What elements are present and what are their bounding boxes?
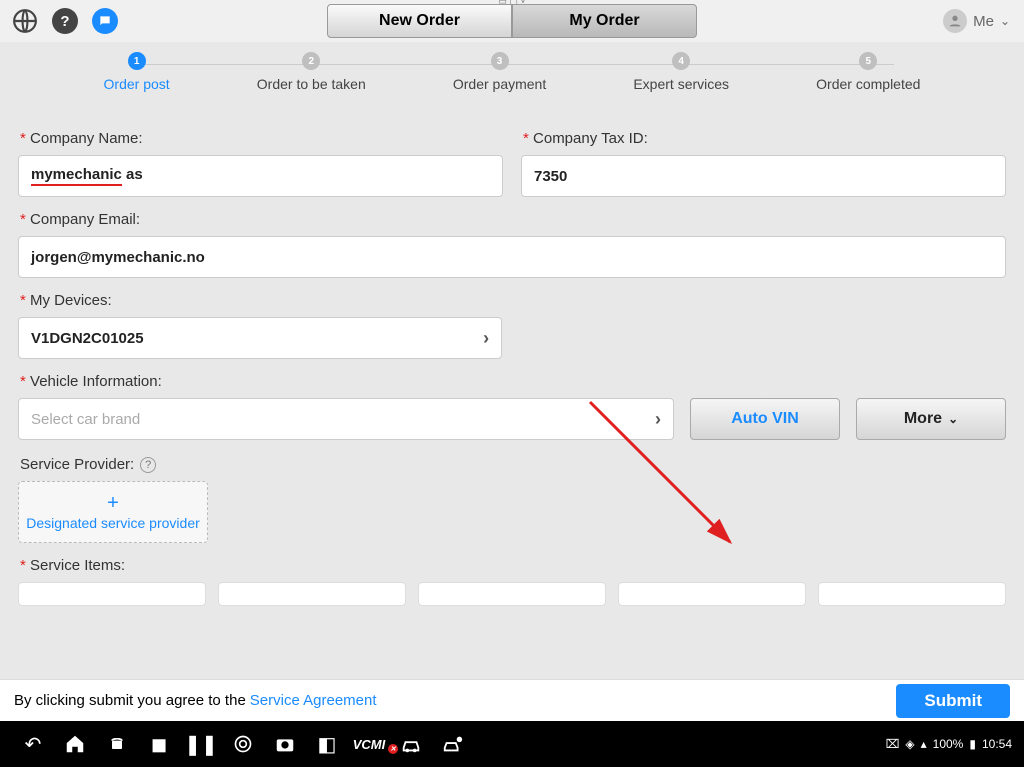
company-email-label: Company Email: [20,211,1006,228]
step-order-taken[interactable]: 2Order to be taken [257,52,366,92]
progress-stepper: 1Order post 2Order to be taken 3Order pa… [0,42,1024,102]
top-bar: ▭ ▢ ˅ ? New Order My Order Me ⌄ [0,0,1024,42]
tab-my-order[interactable]: My Order [512,4,697,38]
order-tabs: New Order My Order [327,4,697,38]
step-expert-services[interactable]: 4Expert services [633,52,729,92]
split-icon[interactable]: ❚❚ [180,732,222,757]
add-service-provider[interactable]: + Designated service provider [18,481,208,543]
submit-button[interactable]: Submit [896,684,1010,718]
battery-text: 100% [933,737,964,751]
back-icon[interactable]: ↶ [12,732,54,757]
chat-icon[interactable] [92,8,118,34]
company-tax-label: Company Tax ID: [523,130,1006,147]
service-items-label: Service Items: [20,557,1006,574]
my-devices-select[interactable]: V1DGN2C01025› [18,317,502,359]
service-item-card[interactable] [18,582,206,606]
chevron-right-icon: › [655,409,661,430]
car-user-icon[interactable] [432,733,474,755]
company-name-label: Company Name: [20,130,503,147]
recent-icon[interactable]: ◼ [138,732,180,757]
service-provider-label: Service Provider: ? [20,456,1006,473]
clock: 10:54 [982,737,1012,751]
brightness-icon[interactable]: ◧ [306,732,348,757]
service-items-row [18,582,1006,606]
company-tax-input[interactable]: 7350 [521,155,1006,197]
service-item-card[interactable] [218,582,406,606]
step-order-payment[interactable]: 3Order payment [453,52,546,92]
chevron-down-icon: ⌄ [1000,14,1010,28]
globe-icon[interactable] [12,8,38,34]
status-tray: ⌧ ◈ ▴ 100% ▮ 10:54 [886,737,1012,751]
chevron-down-icon: ⌄ [948,412,958,426]
step-order-completed[interactable]: 5Order completed [816,52,920,92]
company-name-input[interactable]: mymechanic as [18,155,503,197]
wifi-icon: ◈ [905,737,914,751]
help-icon[interactable]: ? [52,8,78,34]
agreement-text: By clicking submit you agree to the [14,692,246,709]
vehicle-brand-select[interactable]: Select car brand› [18,398,674,440]
form-area: Company Name: mymechanic as Company Tax … [0,102,1024,679]
avatar-icon [943,9,967,33]
service-item-card[interactable] [618,582,806,606]
service-item-card[interactable] [418,582,606,606]
android-icon[interactable] [96,734,138,754]
user-label: Me [973,13,994,30]
battery-icon: ▮ [969,737,976,751]
camera-icon[interactable] [264,733,306,755]
vehicle-info-label: Vehicle Information: [20,373,1006,390]
chrome-icon[interactable] [222,734,264,754]
service-agreement-link[interactable]: Service Agreement [250,692,377,709]
signal-icon: ▴ [921,737,927,751]
footer-bar: By clicking submit you agree to the Serv… [0,679,1024,721]
company-email-input[interactable]: jorgen@mymechanic.no [18,236,1006,278]
chevron-right-icon: › [483,328,489,349]
cast-icon: ⌧ [886,737,900,751]
plus-icon: + [107,493,119,513]
service-item-card[interactable] [818,582,1006,606]
home-icon[interactable] [54,733,96,755]
tab-new-order[interactable]: New Order [327,4,512,38]
auto-vin-button[interactable]: Auto VIN [690,398,840,440]
help-tooltip-icon[interactable]: ? [140,457,156,473]
step-order-post[interactable]: 1Order post [104,52,170,92]
vcmi-status[interactable]: VCMI✕ [348,737,390,752]
more-button[interactable]: More⌄ [856,398,1006,440]
system-nav-bar: ↶ ◼ ❚❚ ◧ VCMI✕ ⌧ ◈ ▴ 100% ▮ 10:54 [0,721,1024,767]
user-menu[interactable]: Me ⌄ [943,9,1010,33]
my-devices-label: My Devices: [20,292,1006,309]
